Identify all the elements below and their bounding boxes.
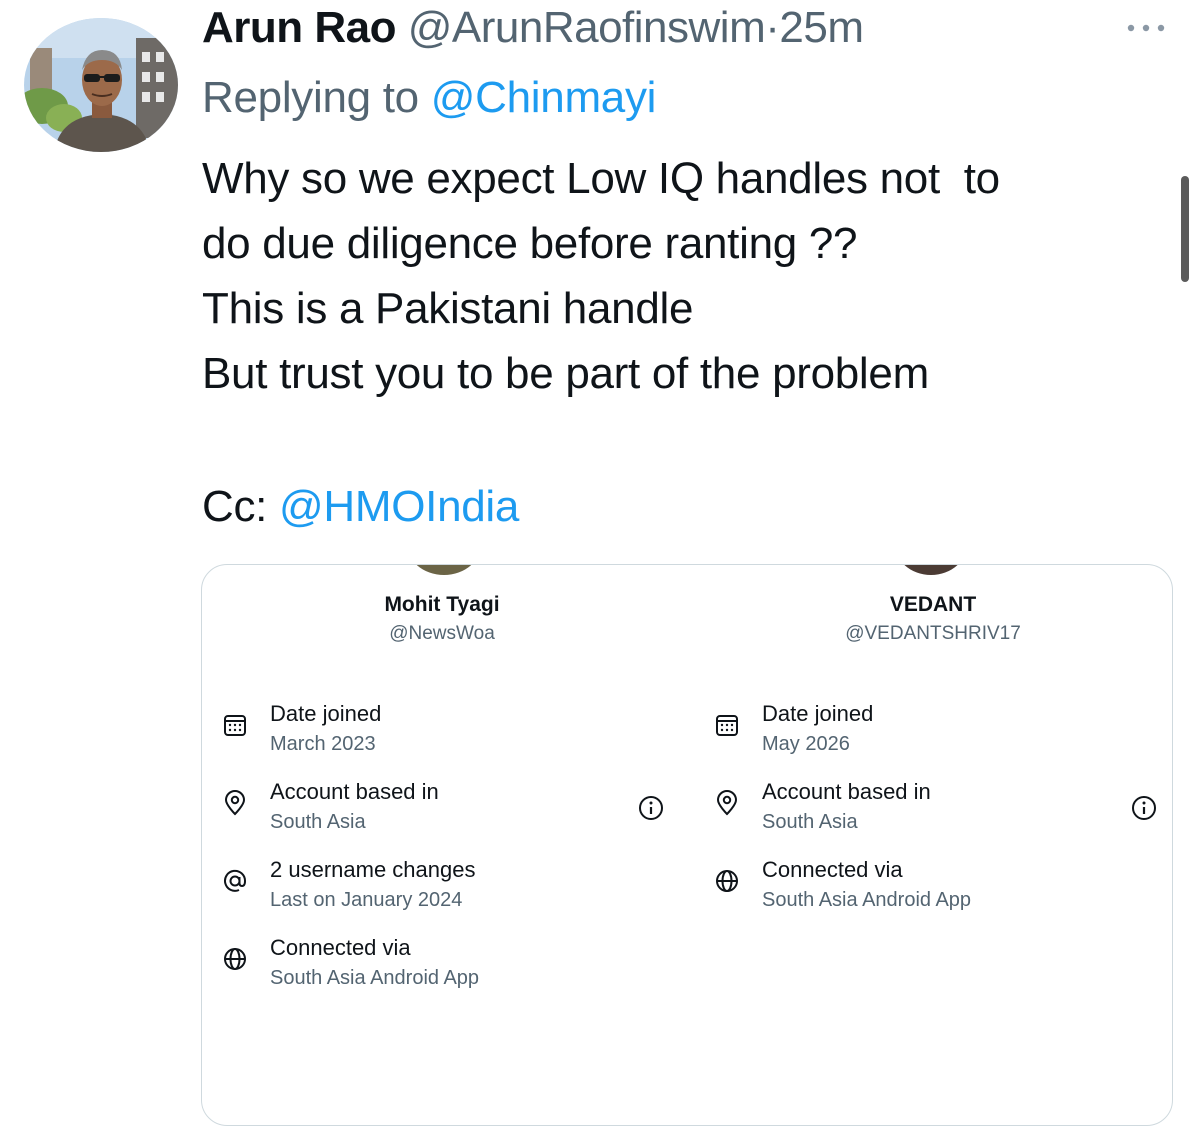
- right-profile-name: VEDANT: [889, 593, 977, 616]
- right-profile-avatar: [894, 565, 968, 575]
- info-icon[interactable]: [1130, 794, 1158, 822]
- left-row-account-based: Account based in South Asia: [202, 777, 662, 843]
- row-value: South Asia: [762, 811, 858, 833]
- tweet-text: Why so we expect Low IQ handles not to d…: [202, 146, 1162, 406]
- replying-to: Replying to @Chinmayi: [202, 68, 656, 128]
- attached-image-card[interactable]: Mohit Tyagi @NewsWoa Date joined March 2…: [201, 564, 1173, 1126]
- right-row-date-joined: Date joined May 2026: [694, 699, 1154, 765]
- left-row-username-changes: 2 username changes Last on January 2024: [202, 855, 662, 921]
- globe-icon: [714, 868, 740, 894]
- replying-to-prefix: Replying to: [202, 73, 419, 122]
- right-profile-pane: VEDANT @VEDANTSHRIV17 Date joined May 20…: [694, 565, 1172, 1125]
- globe-icon: [222, 946, 248, 972]
- tweet-text-line: But trust you to be part of the problem: [202, 349, 929, 398]
- row-label: Account based in: [762, 779, 931, 804]
- cc-mention[interactable]: @HMOIndia: [279, 482, 519, 531]
- author-avatar[interactable]: [24, 18, 178, 152]
- tweet-text-line: do due diligence before ranting ??: [202, 219, 858, 268]
- right-row-connected-via: Connected via South Asia Android App: [694, 855, 1154, 921]
- more-horizontal-icon[interactable]: [1124, 20, 1168, 36]
- left-row-connected-via: Connected via South Asia Android App: [202, 933, 662, 999]
- row-value: March 2023: [270, 733, 376, 755]
- tweet-header: Arun Rao @ArunRaofinswim·25m: [202, 0, 864, 56]
- tweet-text-line: Why so we expect Low IQ handles not to: [202, 154, 1000, 203]
- tweet-timestamp[interactable]: 25m: [779, 3, 864, 52]
- cc-prefix: Cc:: [202, 482, 268, 531]
- tweet-cc-line: Cc: @HMOIndia: [202, 474, 519, 539]
- tweet-text-line: This is a Pakistani handle: [202, 284, 694, 333]
- row-value: May 2026: [762, 733, 850, 755]
- author-name[interactable]: Arun Rao: [202, 3, 397, 52]
- left-row-date-joined: Date joined March 2023: [202, 699, 662, 765]
- location-pin-icon: [222, 790, 248, 816]
- row-label: Account based in: [270, 779, 439, 804]
- right-profile-handle: @VEDANTSHRIV17: [845, 623, 1021, 644]
- row-value: Last on January 2024: [270, 889, 463, 911]
- author-handle[interactable]: @ArunRaofinswim: [408, 3, 766, 52]
- row-value: South Asia: [270, 811, 366, 833]
- calendar-icon: [714, 712, 740, 738]
- left-profile-pane: Mohit Tyagi @NewsWoa Date joined March 2…: [202, 565, 682, 1125]
- row-label: Connected via: [762, 857, 903, 882]
- replying-to-mention[interactable]: @Chinmayi: [431, 73, 657, 122]
- row-label: Connected via: [270, 935, 411, 960]
- left-profile-name: Mohit Tyagi: [384, 593, 500, 616]
- row-value: South Asia Android App: [762, 889, 972, 911]
- right-row-account-based: Account based in South Asia: [694, 777, 1154, 843]
- left-profile-avatar: [406, 565, 482, 575]
- info-icon[interactable]: [637, 794, 665, 822]
- scrollbar-thumb[interactable]: [1181, 176, 1189, 282]
- header-separator: ·: [765, 3, 780, 52]
- at-sign-icon: [222, 868, 248, 894]
- location-pin-icon: [714, 790, 740, 816]
- calendar-icon: [222, 712, 248, 738]
- row-label: 2 username changes: [270, 857, 476, 882]
- row-label: Date joined: [762, 701, 874, 726]
- row-label: Date joined: [270, 701, 382, 726]
- left-profile-handle: @NewsWoa: [389, 623, 495, 644]
- row-value: South Asia Android App: [270, 967, 480, 989]
